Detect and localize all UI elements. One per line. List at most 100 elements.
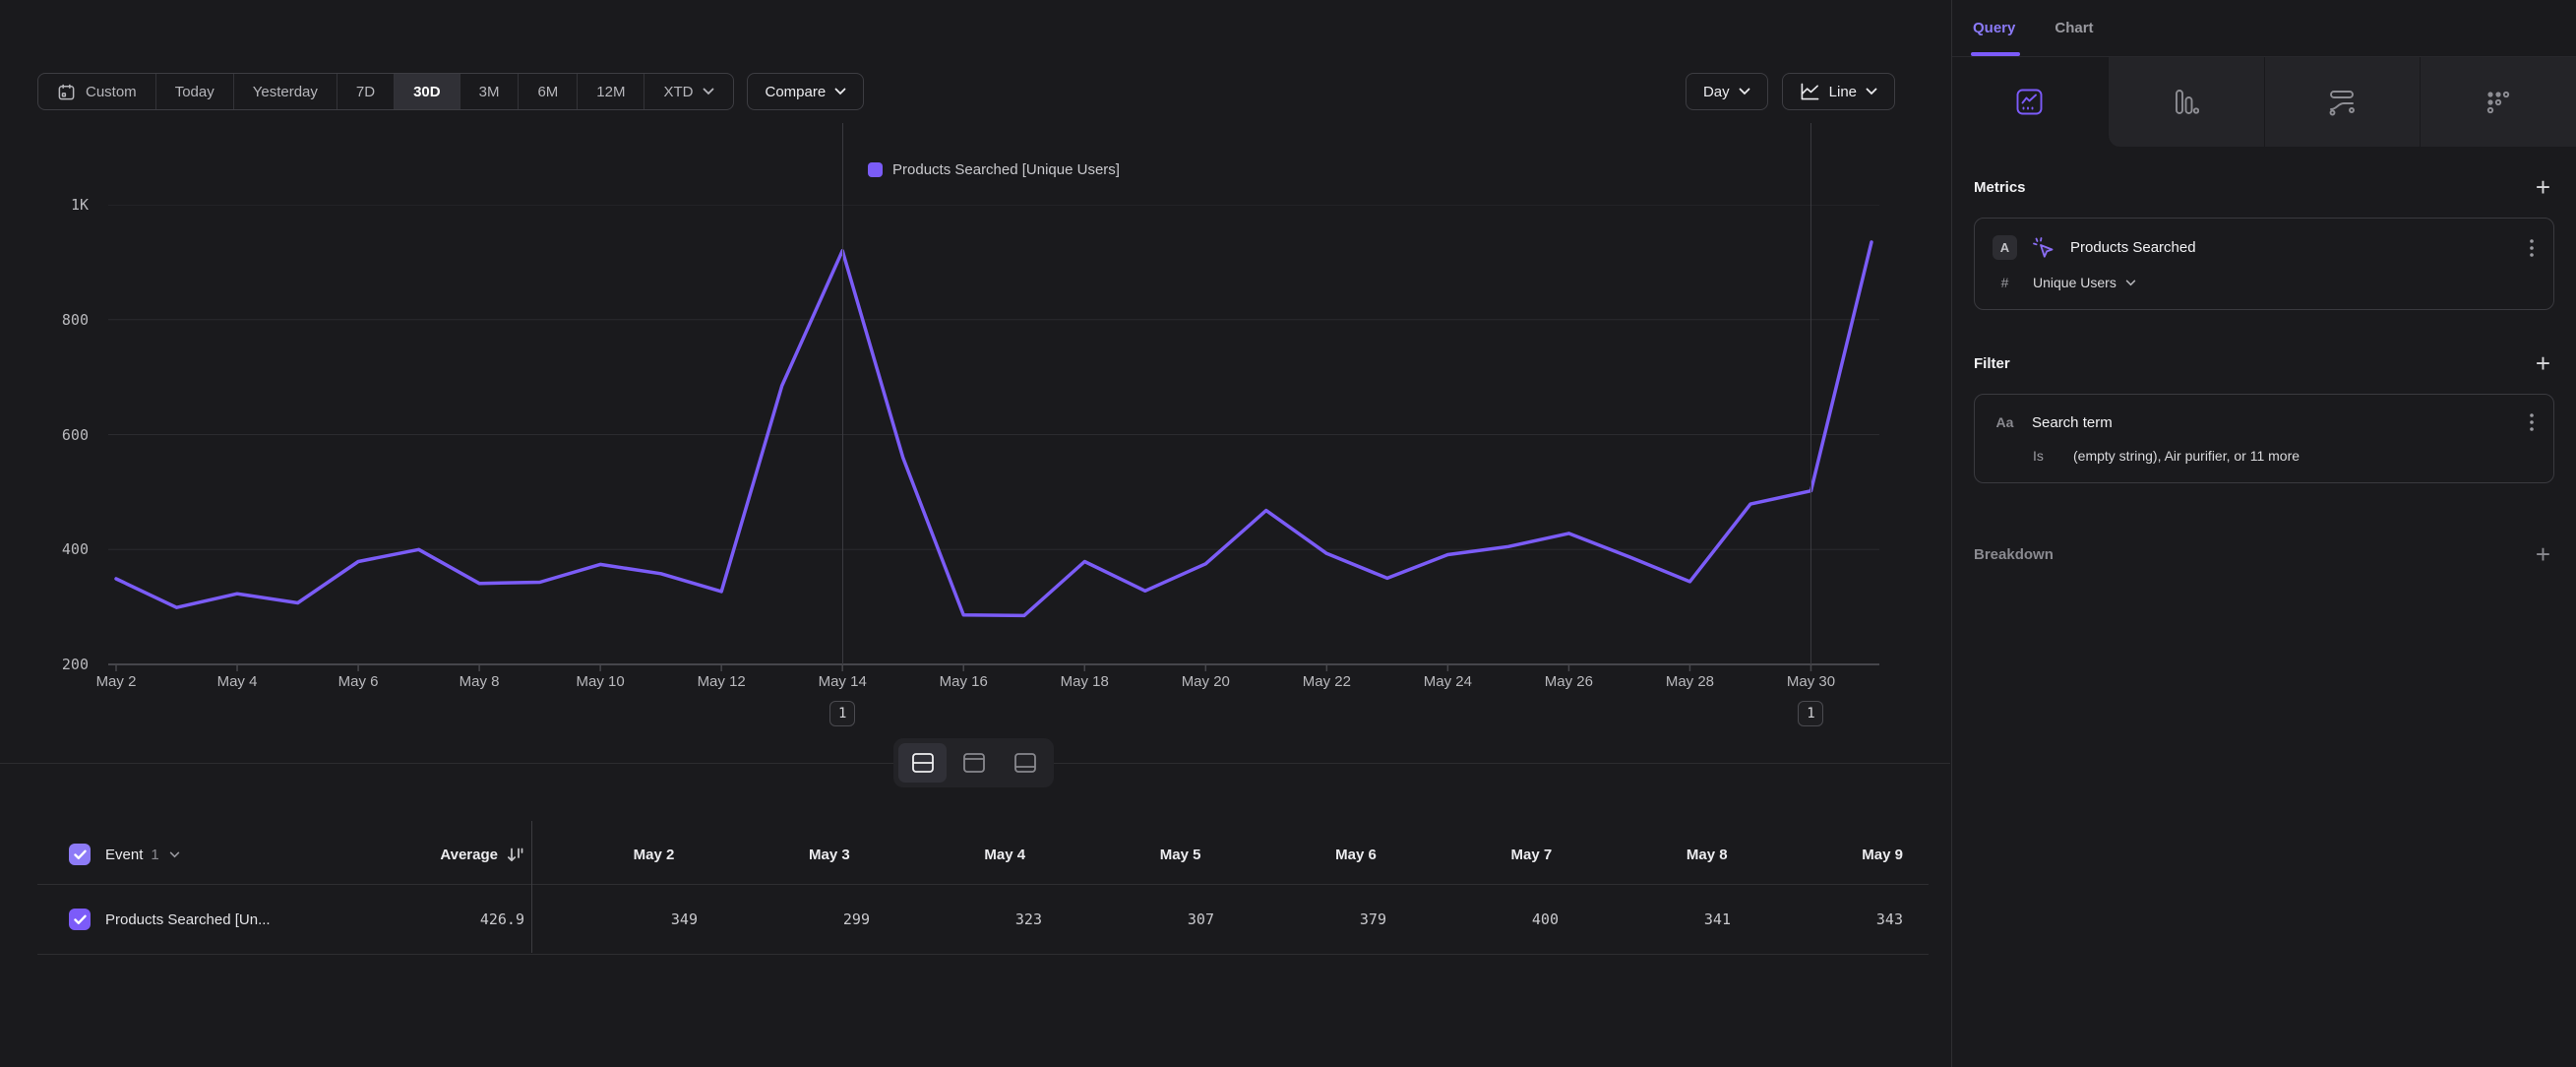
chart-controls: Day Line bbox=[1686, 73, 1895, 110]
table-col-header[interactable]: May 2 bbox=[524, 847, 700, 863]
date-range-12m[interactable]: 12M bbox=[578, 74, 644, 109]
date-range-yesterday[interactable]: Yesterday bbox=[234, 74, 337, 109]
date-range-7d[interactable]: 7D bbox=[337, 74, 395, 109]
x-axis-labels: May 2May 4May 6May 8May 10May 12May 14Ma… bbox=[108, 672, 1879, 692]
tab-funnels[interactable] bbox=[2108, 57, 2264, 147]
y-tick-label: 400 bbox=[0, 540, 89, 558]
add-filter-button[interactable]: + bbox=[2532, 353, 2554, 373]
table-col-header[interactable]: May 5 bbox=[1051, 847, 1226, 863]
aggregation-prefix: # bbox=[1993, 275, 2017, 290]
date-header-cells: May 2May 3May 4May 5May 6May 7May 8May 9 bbox=[524, 847, 1929, 863]
date-range-today[interactable]: Today bbox=[156, 74, 234, 109]
average-label: Average bbox=[440, 847, 498, 863]
y-axis-labels: 1K800600400200 bbox=[0, 205, 89, 664]
filter-card[interactable]: Aa Search term Is (empty string), Air pu… bbox=[1974, 394, 2554, 483]
filter-operator[interactable]: Is bbox=[2033, 448, 2057, 464]
x-tick-label: May 28 bbox=[1635, 672, 1744, 692]
event-header-cell: Event 1 bbox=[37, 844, 372, 865]
funnels-bars-icon bbox=[2174, 89, 2199, 115]
line-chart-plot[interactable] bbox=[108, 205, 1879, 673]
data-table: Event 1 Average May 2May 3May 4M bbox=[37, 825, 1929, 955]
legend-label: Products Searched [Unique Users] bbox=[892, 161, 1120, 178]
table-col-header[interactable]: May 8 bbox=[1577, 847, 1752, 863]
x-tick-label: May 10 bbox=[546, 672, 654, 692]
layout-table-only-button[interactable] bbox=[1001, 743, 1049, 783]
breakdown-title: Breakdown bbox=[1974, 546, 2054, 563]
chart-type-button[interactable]: Line bbox=[1782, 73, 1895, 110]
layout-bottom-icon bbox=[1013, 752, 1037, 774]
x-tick-label: May 14 bbox=[788, 672, 896, 692]
date-range-6m[interactable]: 6M bbox=[519, 74, 578, 109]
series-line[interactable] bbox=[116, 242, 1871, 616]
compare-button[interactable]: Compare bbox=[747, 73, 864, 110]
x-tick-label: May 24 bbox=[1393, 672, 1502, 692]
layout-top-icon bbox=[962, 752, 986, 774]
table-col-header[interactable]: May 4 bbox=[876, 847, 1051, 863]
chart-legend[interactable]: Products Searched [Unique Users] bbox=[108, 161, 1879, 178]
filter-property-name: Search term bbox=[2032, 414, 2513, 431]
query-panel: Query Chart bbox=[1951, 0, 2576, 1067]
granularity-button[interactable]: Day bbox=[1686, 73, 1768, 110]
chevron-down-icon bbox=[834, 88, 846, 95]
column-divider bbox=[531, 821, 532, 953]
metric-aggregation-row: # Unique Users bbox=[1993, 275, 2536, 290]
add-breakdown-button[interactable]: + bbox=[2532, 544, 2554, 564]
date-range-30d[interactable]: 30D bbox=[395, 74, 460, 109]
annotation-badge[interactable]: 1 bbox=[829, 701, 855, 726]
table-cell: 299 bbox=[723, 910, 895, 928]
x-tick-label: May 6 bbox=[304, 672, 412, 692]
date-range-custom[interactable]: Custom bbox=[38, 74, 156, 109]
aggregation-selector[interactable]: Unique Users bbox=[2033, 275, 2136, 290]
filter-menu-icon[interactable] bbox=[2528, 411, 2536, 433]
tab-chart[interactable]: Chart bbox=[2055, 0, 2093, 56]
panel-tabs: Query Chart bbox=[1952, 0, 2576, 57]
string-type-badge: Aa bbox=[1993, 414, 2017, 430]
metric-menu-icon[interactable] bbox=[2528, 237, 2536, 259]
main-area: Custom Today Yesterday 7D 30D 3M 6M 12M … bbox=[0, 0, 1950, 1067]
table-row: Products Searched [Un... 426.9 349299323… bbox=[37, 885, 1929, 955]
tab-flows[interactable] bbox=[2264, 57, 2421, 147]
table-cell: 349 bbox=[551, 910, 723, 928]
layout-split-button[interactable] bbox=[898, 743, 947, 783]
x-tick-label: May 20 bbox=[1151, 672, 1259, 692]
annotation-line bbox=[1810, 123, 1811, 664]
add-metric-button[interactable]: + bbox=[2532, 177, 2554, 197]
table-col-header[interactable]: May 9 bbox=[1753, 847, 1929, 863]
layout-toggle-group bbox=[893, 738, 1054, 787]
flows-icon bbox=[2328, 89, 2356, 116]
table-cell: 343 bbox=[1756, 910, 1929, 928]
table-cell: 400 bbox=[1412, 910, 1584, 928]
filter-value[interactable]: (empty string), Air purifier, or 11 more bbox=[2073, 448, 2300, 464]
layout-split-icon bbox=[911, 752, 935, 774]
filter-card-main: Aa Search term bbox=[1993, 411, 2536, 433]
report-type-tabs bbox=[1952, 57, 2576, 147]
table-cell: 323 bbox=[895, 910, 1068, 928]
annotation-badge[interactable]: 1 bbox=[1798, 701, 1823, 726]
tab-retention[interactable] bbox=[2420, 57, 2576, 147]
series-checkbox[interactable] bbox=[69, 909, 91, 930]
table-header-row: Event 1 Average May 2May 3May 4M bbox=[37, 825, 1929, 885]
table-col-header[interactable]: May 6 bbox=[1227, 847, 1402, 863]
average-header-cell[interactable]: Average bbox=[372, 846, 524, 864]
retention-dots-icon bbox=[2485, 90, 2511, 115]
date-range-xtd[interactable]: XTD bbox=[644, 74, 733, 109]
metric-card[interactable]: A Products Searched # Uniq bbox=[1974, 218, 2554, 310]
tab-query[interactable]: Query bbox=[1973, 0, 2015, 56]
layout-chart-only-button[interactable] bbox=[950, 743, 998, 783]
panel-body: Metrics + A Products Searched bbox=[1952, 177, 2576, 564]
line-chart-icon bbox=[1800, 82, 1820, 101]
chevron-down-icon bbox=[1866, 88, 1877, 95]
chevron-down-icon[interactable] bbox=[169, 851, 180, 858]
tab-insights[interactable] bbox=[1952, 57, 2108, 147]
table-col-header[interactable]: May 7 bbox=[1402, 847, 1577, 863]
select-all-checkbox[interactable] bbox=[69, 844, 91, 865]
table-col-header[interactable]: May 3 bbox=[700, 847, 875, 863]
chevron-down-icon bbox=[2125, 280, 2136, 286]
insights-chart-icon bbox=[2016, 89, 2043, 115]
metric-letter-badge: A bbox=[1993, 235, 2017, 260]
date-range-3m[interactable]: 3M bbox=[460, 74, 520, 109]
series-name: Products Searched [Un... bbox=[105, 911, 271, 928]
event-label: Event bbox=[105, 847, 143, 863]
x-tick-label: May 22 bbox=[1272, 672, 1380, 692]
metric-card-main: A Products Searched bbox=[1993, 235, 2536, 260]
